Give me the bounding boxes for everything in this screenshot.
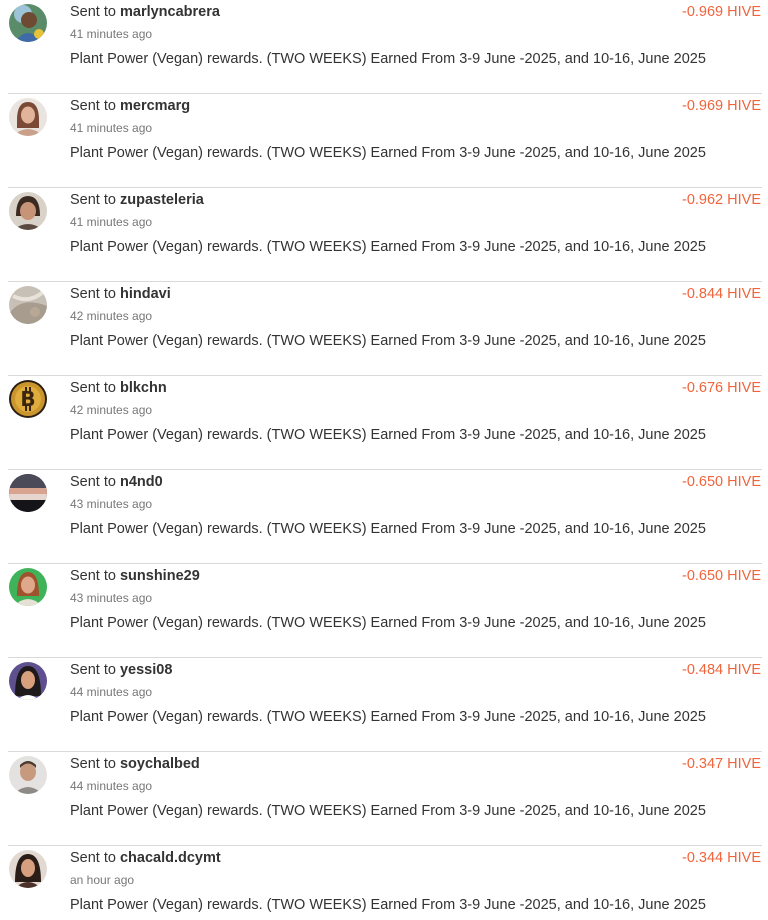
transfer-row: Sent to n4nd0 43 minutes ago Plant Power… xyxy=(0,470,768,564)
timestamp: 41 minutes ago xyxy=(70,27,153,41)
recipient-username-link[interactable]: blkchn xyxy=(120,380,167,396)
timestamp: 44 minutes ago xyxy=(70,685,153,699)
transfer-amount: -0.844 HIVE xyxy=(682,286,761,302)
recipient-line: Sent to mercmarg xyxy=(70,98,190,114)
recipient-username-link[interactable]: marlyncabrera xyxy=(120,4,220,20)
transfer-memo: Plant Power (Vegan) rewards. (TWO WEEKS)… xyxy=(70,897,706,913)
avatar[interactable] xyxy=(9,4,47,42)
sent-to-label: Sent to xyxy=(70,286,116,302)
recipient-line: Sent to chacald.dcymt xyxy=(70,850,221,866)
transfer-row: Sent to chacald.dcymt an hour ago Plant … xyxy=(0,846,768,920)
user-avatar-icon xyxy=(9,568,47,606)
landscape-avatar-icon xyxy=(9,474,47,512)
avatar[interactable] xyxy=(9,192,47,230)
avatar[interactable] xyxy=(9,756,47,794)
recipient-line: Sent to yessi08 xyxy=(70,662,172,678)
timestamp: an hour ago xyxy=(70,873,135,887)
transfer-row: Sent to marlyncabrera 41 minutes ago Pla… xyxy=(0,0,768,94)
sent-to-label: Sent to xyxy=(70,380,116,396)
recipient-line: Sent to soychalbed xyxy=(70,756,200,772)
sent-to-label: Sent to xyxy=(70,756,116,772)
sent-to-label: Sent to xyxy=(70,192,116,208)
timestamp: 42 minutes ago xyxy=(70,309,153,323)
transfer-memo: Plant Power (Vegan) rewards. (TWO WEEKS)… xyxy=(70,333,706,349)
transfer-row: Sent to mercmarg 41 minutes ago Plant Po… xyxy=(0,94,768,188)
transfer-memo: Plant Power (Vegan) rewards. (TWO WEEKS)… xyxy=(70,239,706,255)
recipient-username-link[interactable]: yessi08 xyxy=(120,662,172,678)
timestamp: 41 minutes ago xyxy=(70,121,153,135)
user-avatar-icon xyxy=(9,756,47,794)
transfer-row: Sent to soychalbed 44 minutes ago Plant … xyxy=(0,752,768,846)
user-avatar-icon xyxy=(9,4,47,42)
recipient-line: Sent to n4nd0 xyxy=(70,474,163,490)
avatar[interactable] xyxy=(9,662,47,700)
recipient-line: Sent to hindavi xyxy=(70,286,171,302)
recipient-line: Sent to marlyncabrera xyxy=(70,4,220,20)
avatar[interactable] xyxy=(9,98,47,136)
transfer-amount: -0.969 HIVE xyxy=(682,4,761,20)
sent-to-label: Sent to xyxy=(70,662,116,678)
transfer-row: Sent to sunshine29 43 minutes ago Plant … xyxy=(0,564,768,658)
transfer-memo: Plant Power (Vegan) rewards. (TWO WEEKS)… xyxy=(70,427,706,443)
transfer-amount: -0.650 HIVE xyxy=(682,568,761,584)
recipient-username-link[interactable]: sunshine29 xyxy=(120,568,200,584)
transfer-memo: Plant Power (Vegan) rewards. (TWO WEEKS)… xyxy=(70,51,706,67)
svg-text:B: B xyxy=(20,387,35,411)
transfer-amount: -0.676 HIVE xyxy=(682,380,761,396)
sent-to-label: Sent to xyxy=(70,568,116,584)
transfer-amount: -0.344 HIVE xyxy=(682,850,761,866)
user-avatar-icon xyxy=(9,192,47,230)
recipient-username-link[interactable]: soychalbed xyxy=(120,756,200,772)
user-avatar-icon xyxy=(9,286,47,324)
sent-to-label: Sent to xyxy=(70,98,116,114)
recipient-username-link[interactable]: hindavi xyxy=(120,286,171,302)
transfer-row: B Sent to blkchn 42 minutes ago Plant Po… xyxy=(0,376,768,470)
user-avatar-icon xyxy=(9,662,47,700)
user-avatar-icon xyxy=(9,98,47,136)
transfer-amount: -0.962 HIVE xyxy=(682,192,761,208)
recipient-username-link[interactable]: mercmarg xyxy=(120,98,190,114)
timestamp: 42 minutes ago xyxy=(70,403,153,417)
timestamp: 43 minutes ago xyxy=(70,591,153,605)
recipient-username-link[interactable]: zupasteleria xyxy=(120,192,204,208)
recipient-line: Sent to zupasteleria xyxy=(70,192,204,208)
user-avatar-icon xyxy=(9,850,47,888)
timestamp: 44 minutes ago xyxy=(70,779,153,793)
sent-to-label: Sent to xyxy=(70,4,116,20)
transfer-row: Sent to hindavi 42 minutes ago Plant Pow… xyxy=(0,282,768,376)
sent-to-label: Sent to xyxy=(70,474,116,490)
avatar[interactable] xyxy=(9,568,47,606)
transfer-amount: -0.347 HIVE xyxy=(682,756,761,772)
recipient-line: Sent to sunshine29 xyxy=(70,568,200,584)
timestamp: 41 minutes ago xyxy=(70,215,153,229)
avatar[interactable] xyxy=(9,474,47,512)
transfer-memo: Plant Power (Vegan) rewards. (TWO WEEKS)… xyxy=(70,709,706,725)
transfer-amount: -0.484 HIVE xyxy=(682,662,761,678)
timestamp: 43 minutes ago xyxy=(70,497,153,511)
transfer-memo: Plant Power (Vegan) rewards. (TWO WEEKS)… xyxy=(70,615,706,631)
sent-to-label: Sent to xyxy=(70,850,116,866)
recipient-username-link[interactable]: chacald.dcymt xyxy=(120,850,221,866)
recipient-line: Sent to blkchn xyxy=(70,380,167,396)
transfer-history-list: Sent to marlyncabrera 41 minutes ago Pla… xyxy=(0,0,768,920)
transfer-amount: -0.650 HIVE xyxy=(682,474,761,490)
transfer-memo: Plant Power (Vegan) rewards. (TWO WEEKS)… xyxy=(70,521,706,537)
transfer-amount: -0.969 HIVE xyxy=(682,98,761,114)
transfer-row: Sent to zupasteleria 41 minutes ago Plan… xyxy=(0,188,768,282)
transfer-row: Sent to yessi08 44 minutes ago Plant Pow… xyxy=(0,658,768,752)
transfer-memo: Plant Power (Vegan) rewards. (TWO WEEKS)… xyxy=(70,803,706,819)
avatar[interactable] xyxy=(9,850,47,888)
recipient-username-link[interactable]: n4nd0 xyxy=(120,474,163,490)
avatar[interactable] xyxy=(9,286,47,324)
avatar[interactable]: B xyxy=(9,380,47,418)
bitcoin-avatar-icon: B xyxy=(9,380,47,418)
transfer-memo: Plant Power (Vegan) rewards. (TWO WEEKS)… xyxy=(70,145,706,161)
